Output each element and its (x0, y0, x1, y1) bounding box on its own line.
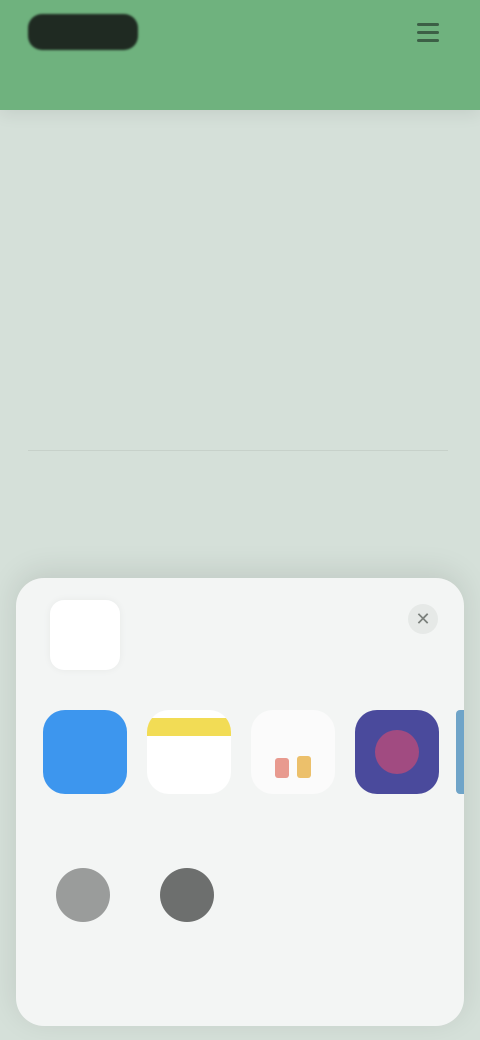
share-app-2[interactable] (144, 710, 234, 830)
share-app-row (16, 710, 464, 830)
top-header (0, 0, 480, 110)
share-app-4[interactable] (352, 710, 442, 830)
share-app-1[interactable] (40, 710, 130, 830)
share-action-row (16, 868, 464, 988)
partial-app-icon (456, 710, 464, 794)
share-preview-thumbnail (50, 600, 120, 670)
close-icon[interactable]: ✕ (408, 604, 438, 634)
share-action-2[interactable] (132, 868, 242, 934)
purple-app-icon (355, 710, 439, 794)
reminders-app-icon (251, 710, 335, 794)
hamburger-menu-icon[interactable] (410, 18, 446, 46)
share-app-3[interactable] (248, 710, 338, 830)
app-logo[interactable] (28, 14, 138, 50)
notes-app-icon (147, 710, 231, 794)
menu-bar (417, 22, 439, 26)
share-sheet-subtitle (120, 650, 340, 668)
share-app-5-partial[interactable] (456, 710, 464, 830)
share-action-1[interactable] (28, 868, 138, 934)
share-sheet: ✕ (16, 578, 464, 1026)
blue-app-icon (43, 710, 127, 794)
action-icon-1 (56, 868, 110, 922)
action-icon-2 (160, 868, 214, 922)
content-divider (28, 450, 448, 451)
share-sheet-title (120, 622, 360, 644)
menu-bar (417, 30, 439, 34)
menu-bar (417, 38, 439, 42)
